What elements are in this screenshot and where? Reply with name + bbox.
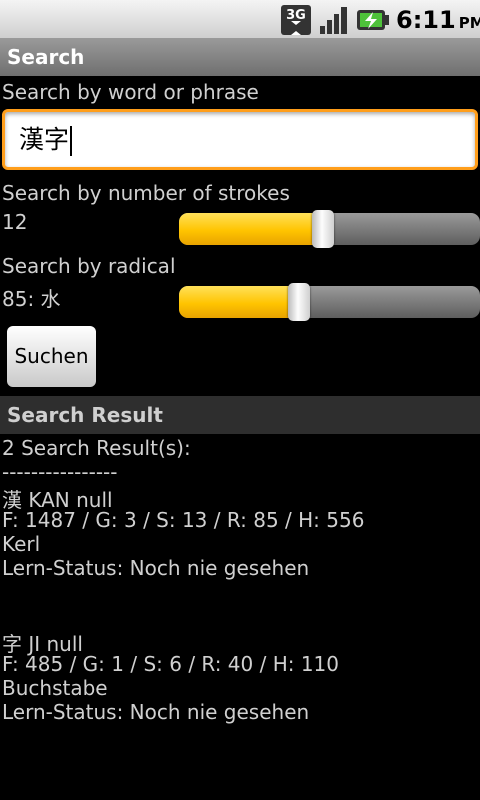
result-details: F: 1487 / G: 3 / S: 13 / R: 85 / H: 556 [2,508,365,532]
search-button[interactable]: Suchen [7,326,96,387]
slider-fill [179,213,324,245]
result-details: F: 485 / G: 1 / S: 6 / R: 40 / H: 110 [2,652,340,676]
result-status: Lern-Status: Noch nie gesehen [2,556,310,580]
search-input-value: 漢字 [19,125,70,154]
radical-value: 85: 水 [2,287,61,311]
battery-charging-icon [357,10,389,30]
status-bar: 3G 6:11 PM [0,0,480,38]
strokes-slider[interactable] [179,210,480,248]
radical-label: Search by radical [2,254,176,278]
word-search-label: Search by word or phrase [2,80,259,104]
search-input[interactable]: 漢字 [2,109,478,170]
radical-slider[interactable] [179,283,480,321]
slider-thumb[interactable] [288,283,311,321]
clock: 6:11 PM [396,6,480,34]
result-separator: ---------------- [2,460,118,484]
result-count: 2 Search Result(s): [2,436,191,460]
svg-text:3G: 3G [286,8,306,23]
search-header: Search [0,38,480,76]
slider-fill [179,286,300,318]
result-meaning: Buchstabe [2,676,108,700]
strokes-value: 12 [2,210,28,234]
result-status: Lern-Status: Noch nie gesehen [2,700,310,724]
text-caret [70,126,73,156]
slider-thumb[interactable] [312,210,335,248]
strokes-label: Search by number of strokes [2,181,290,205]
signal-icon [320,7,347,34]
search-result-header: Search Result [0,396,480,434]
3g-icon: 3G [281,5,311,35]
result-meaning: Kerl [2,532,41,556]
